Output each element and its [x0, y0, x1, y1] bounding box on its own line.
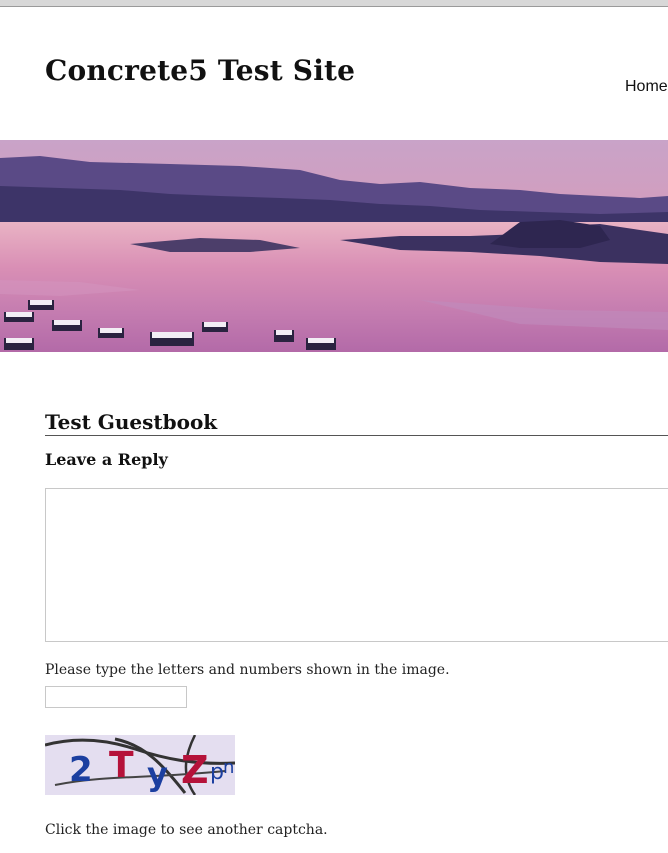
captcha-char-3: y: [147, 755, 168, 793]
captcha-char-2: T: [109, 745, 134, 786]
captcha-char-5: p: [210, 760, 224, 785]
nav-item-home[interactable]: Home: [625, 78, 668, 96]
page-title: Test Guestbook: [45, 410, 218, 434]
browser-top-edge: [0, 0, 668, 7]
captcha-image[interactable]: 2 T y Z p n: [45, 735, 235, 795]
header-banner-image: [0, 140, 668, 352]
captcha-input[interactable]: [45, 686, 187, 708]
captcha-hint: Click the image to see another captcha.: [45, 822, 328, 838]
captcha-char-6: n: [223, 757, 234, 778]
captcha-char-1: 2: [69, 750, 93, 790]
site-title[interactable]: Concrete5 Test Site: [45, 54, 355, 87]
title-divider: [45, 435, 668, 436]
comment-textarea[interactable]: [45, 488, 668, 642]
reply-heading: Leave a Reply: [45, 450, 168, 469]
captcha-char-4: Z: [181, 748, 209, 792]
captcha-instructions: Please type the letters and numbers show…: [45, 662, 450, 678]
